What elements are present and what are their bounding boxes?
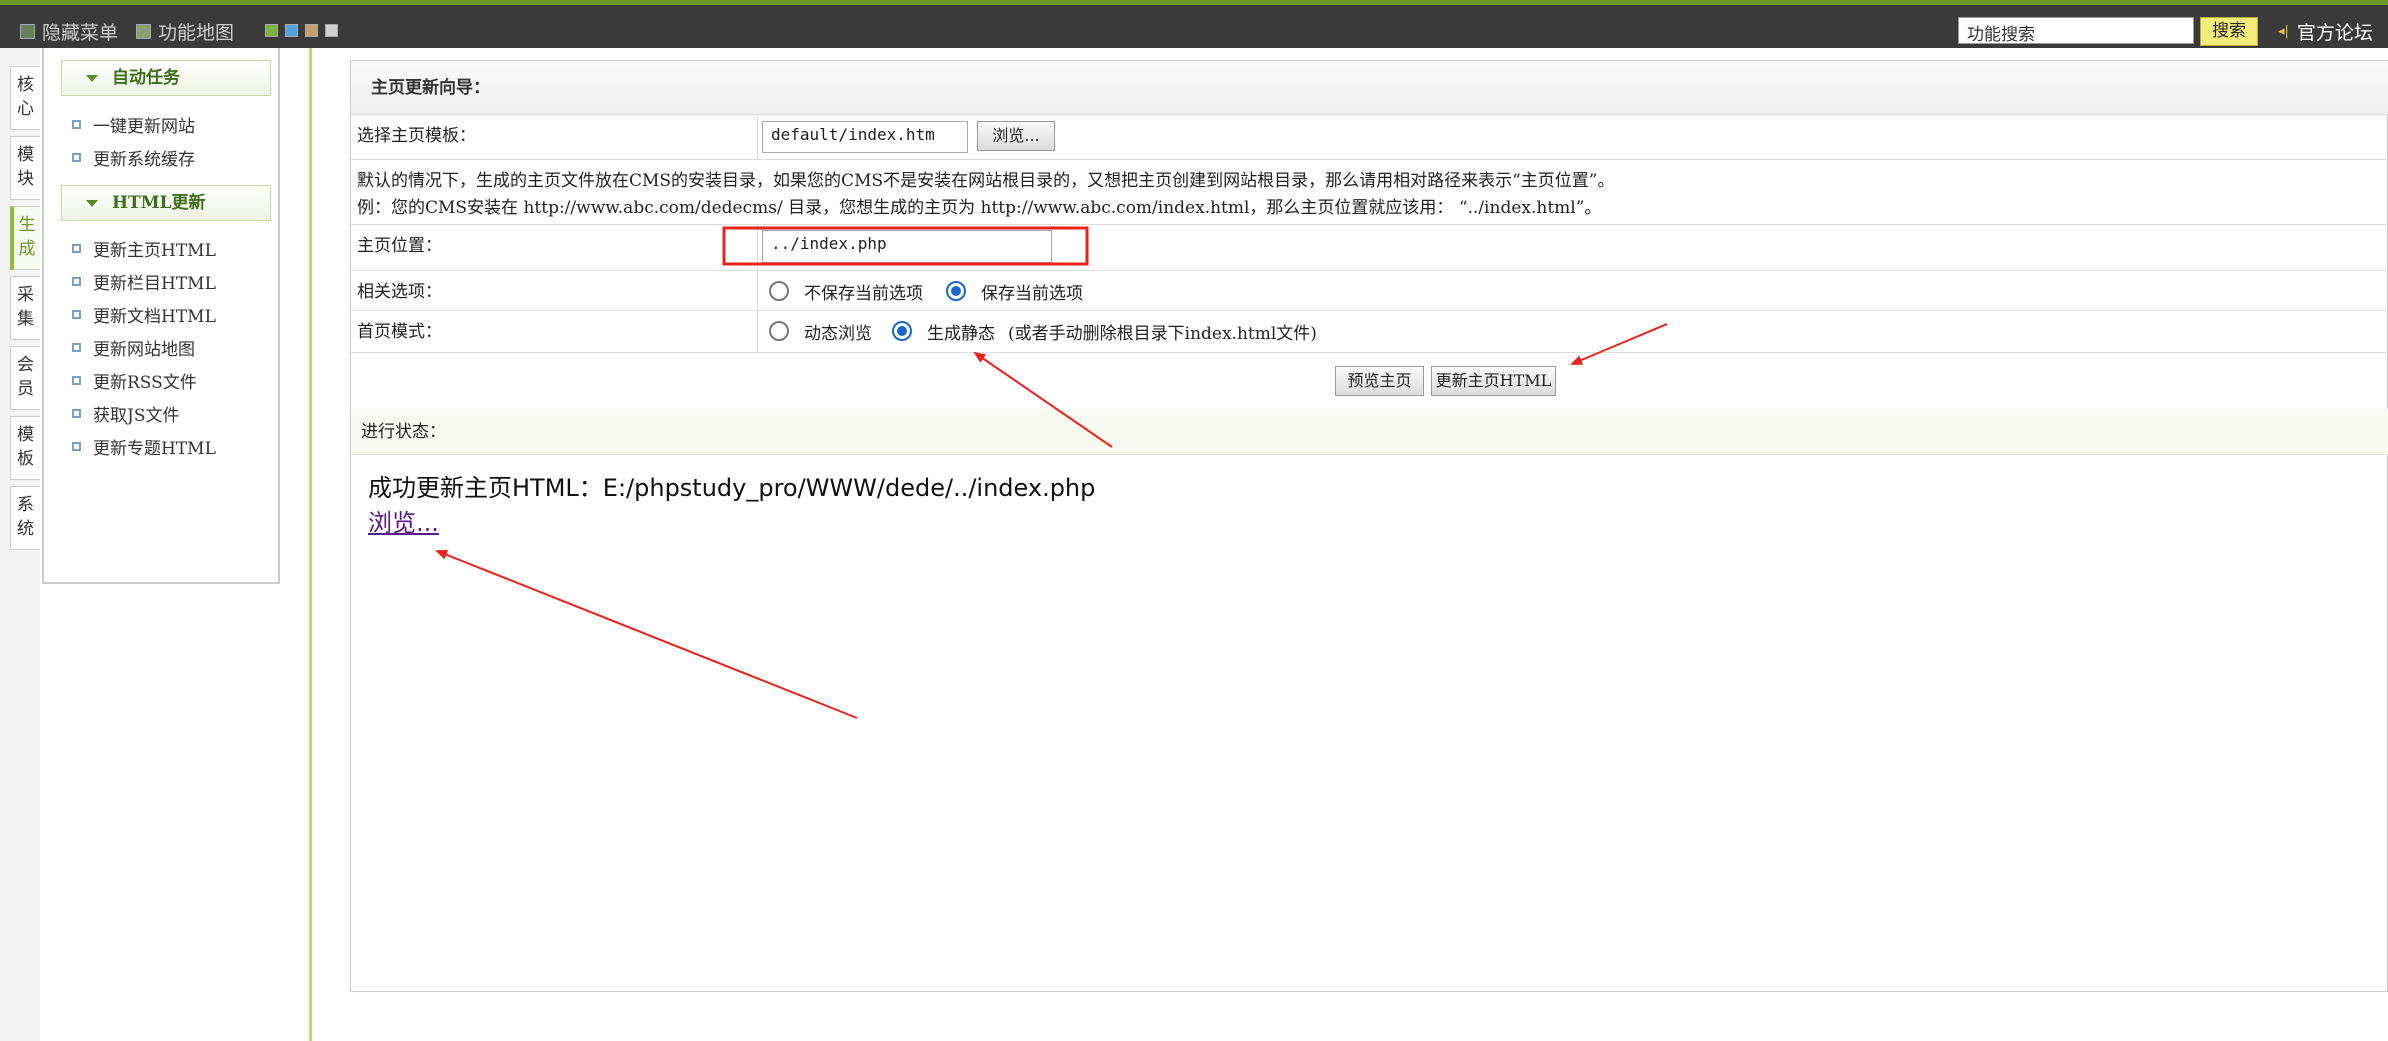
sidebar-item-update-column-html[interactable]: 更新栏目HTML: [72, 269, 216, 294]
section-title: 自动任务: [112, 68, 180, 88]
sidebar-item-update-topic-html[interactable]: 更新专题HTML: [72, 434, 216, 459]
sidebar-item-label: 更新主页HTML: [93, 241, 216, 261]
search-button[interactable]: 搜索: [2200, 17, 2258, 46]
bullet-icon: [72, 310, 81, 319]
save-option-label: 保存当前选项: [981, 284, 1083, 304]
column-separator: [757, 115, 758, 159]
hide-menu-label: 隐藏菜单: [42, 22, 119, 44]
sidebar-section-auto-tasks[interactable]: 自动任务: [61, 60, 271, 96]
hide-menu-button[interactable]: 隐藏菜单: [20, 18, 118, 45]
template-label: 选择主页模板：: [357, 126, 476, 146]
bullet-icon: [72, 277, 81, 286]
template-row: 选择主页模板： default/index.htm 浏览...: [351, 115, 2388, 160]
location-label: 主页位置：: [357, 236, 442, 256]
function-search-input[interactable]: 功能搜索: [1958, 17, 2194, 45]
module-tabs: 核心 模块 生成 采集 会员 模板 系统: [0, 48, 40, 1041]
sidebar-item-get-js[interactable]: 获取JS文件: [72, 401, 179, 426]
sidebar-item-update-rss[interactable]: 更新RSS文件: [72, 368, 197, 393]
tab-core[interactable]: 核心: [10, 66, 40, 130]
no-save-option-label: 不保存当前选项: [804, 284, 923, 304]
options-label: 相关选项：: [357, 282, 442, 302]
forum-label: 官方论坛: [2296, 22, 2373, 44]
skin-green-swatch[interactable]: [265, 24, 278, 37]
options-row: 相关选项： 不保存当前选项 保存当前选项: [351, 271, 2388, 311]
bullet-icon: [72, 153, 81, 162]
column-separator: [757, 311, 758, 352]
tab-system[interactable]: 系统: [10, 486, 40, 550]
sidebar-item-update-doc-html[interactable]: 更新文档HTML: [72, 302, 216, 327]
official-forum-link[interactable]: ◂| 官方论坛: [2278, 18, 2373, 45]
tab-module[interactable]: 模块: [10, 136, 40, 200]
location-row: 主页位置： ../index.php: [351, 225, 2388, 271]
skin-brown-swatch[interactable]: [305, 24, 318, 37]
sidebar-item-label: 一键更新网站: [93, 117, 195, 137]
home-update-wizard: 主页更新向导： 选择主页模板： default/index.htm 浏览... …: [350, 60, 2388, 992]
sidebar-item-label: 更新专题HTML: [93, 439, 216, 459]
sidebar-item-one-click-update[interactable]: 一键更新网站: [72, 112, 195, 137]
panel-title: 主页更新向导：: [351, 61, 2388, 115]
preview-home-button[interactable]: 预览主页: [1335, 366, 1424, 396]
static-mode-radio[interactable]: [892, 321, 912, 341]
bullet-icon: [72, 409, 81, 418]
tab-member[interactable]: 会员: [10, 346, 40, 410]
template-input[interactable]: default/index.htm: [762, 121, 968, 153]
help-note-line1: 默认的情况下，生成的主页文件放在CMS的安装目录，如果您的CMS不是安装在网站根…: [357, 171, 1615, 191]
help-note-line2: 例：您的CMS安装在 http://www.abc.com/dedecms/ 目…: [357, 198, 1602, 218]
bullet-icon: [72, 343, 81, 352]
collapse-triangle-icon: [86, 75, 98, 82]
frame-divider[interactable]: [309, 48, 312, 1041]
update-home-html-button[interactable]: 更新主页HTML: [1431, 366, 1556, 396]
dynamic-mode-radio[interactable]: [769, 321, 789, 341]
collapse-triangle-icon: [86, 200, 98, 207]
sidebar-item-update-cache[interactable]: 更新系统缓存: [72, 145, 195, 170]
save-option-radio[interactable]: [946, 281, 966, 301]
status-header: 进行状态：: [351, 409, 2388, 455]
tab-generate[interactable]: 生成: [10, 206, 40, 270]
browse-result-link[interactable]: 浏览...: [368, 503, 439, 538]
sidebar-item-label: 更新文档HTML: [93, 307, 216, 327]
sidebar-section-html-update[interactable]: HTML更新: [61, 185, 271, 221]
bullet-icon: [72, 244, 81, 253]
sidebar: 自动任务 一键更新网站 更新系统缓存 HTML更新 更新主页HTML 更新栏目H…: [42, 48, 280, 584]
sidebar-item-label: 更新系统缓存: [93, 150, 195, 170]
browse-template-button[interactable]: 浏览...: [977, 121, 1055, 151]
skin-gray-swatch[interactable]: [325, 24, 338, 37]
site-map-label: 功能地图: [158, 22, 235, 44]
column-separator: [757, 271, 758, 310]
tab-template[interactable]: 模板: [10, 416, 40, 480]
mode-label: 首页模式：: [357, 322, 442, 342]
home-location-input[interactable]: ../index.php: [762, 230, 1052, 263]
site-map-button[interactable]: 功能地图: [136, 18, 234, 45]
sidebar-item-update-sitemap[interactable]: 更新网站地图: [72, 335, 195, 360]
sidebar-item-label: 更新网站地图: [93, 340, 195, 360]
static-mode-hint: (或者手动删除根目录下index.html文件): [1008, 324, 1317, 344]
grid-icon: [136, 24, 151, 39]
bullet-icon: [72, 442, 81, 451]
result-message: 成功更新主页HTML：E:/phpstudy_pro/WWW/dede/../i…: [368, 474, 1096, 502]
sidebar-item-label: 更新栏目HTML: [93, 274, 216, 294]
sidebar-item-update-home-html[interactable]: 更新主页HTML: [72, 236, 216, 261]
skin-blue-swatch[interactable]: [285, 24, 298, 37]
sidebar-item-label: 更新RSS文件: [93, 373, 197, 393]
note-row: 默认的情况下，生成的主页文件放在CMS的安装目录，如果您的CMS不是安装在网站根…: [351, 160, 2388, 225]
top-bar: 隐藏菜单 功能地图 功能搜索 搜索 ◂| 官方论坛: [0, 0, 2388, 48]
bullet-icon: [72, 376, 81, 385]
help-note: 默认的情况下，生成的主页文件放在CMS的安装目录，如果您的CMS不是安装在网站根…: [357, 168, 1615, 222]
sidebar-item-label: 获取JS文件: [93, 406, 180, 426]
no-save-option-radio[interactable]: [769, 281, 789, 301]
signal-icon: ◂|: [2278, 24, 2289, 39]
section-title: HTML更新: [112, 193, 206, 213]
tab-collect[interactable]: 采集: [10, 276, 40, 340]
mode-row: 首页模式： 动态浏览 生成静态 (或者手动删除根目录下index.html文件): [351, 311, 2388, 353]
dynamic-mode-label: 动态浏览: [804, 324, 872, 344]
column-separator: [757, 225, 758, 270]
hide-menu-icon: [20, 24, 35, 39]
bullet-icon: [72, 120, 81, 129]
static-mode-label: 生成静态: [927, 324, 995, 344]
